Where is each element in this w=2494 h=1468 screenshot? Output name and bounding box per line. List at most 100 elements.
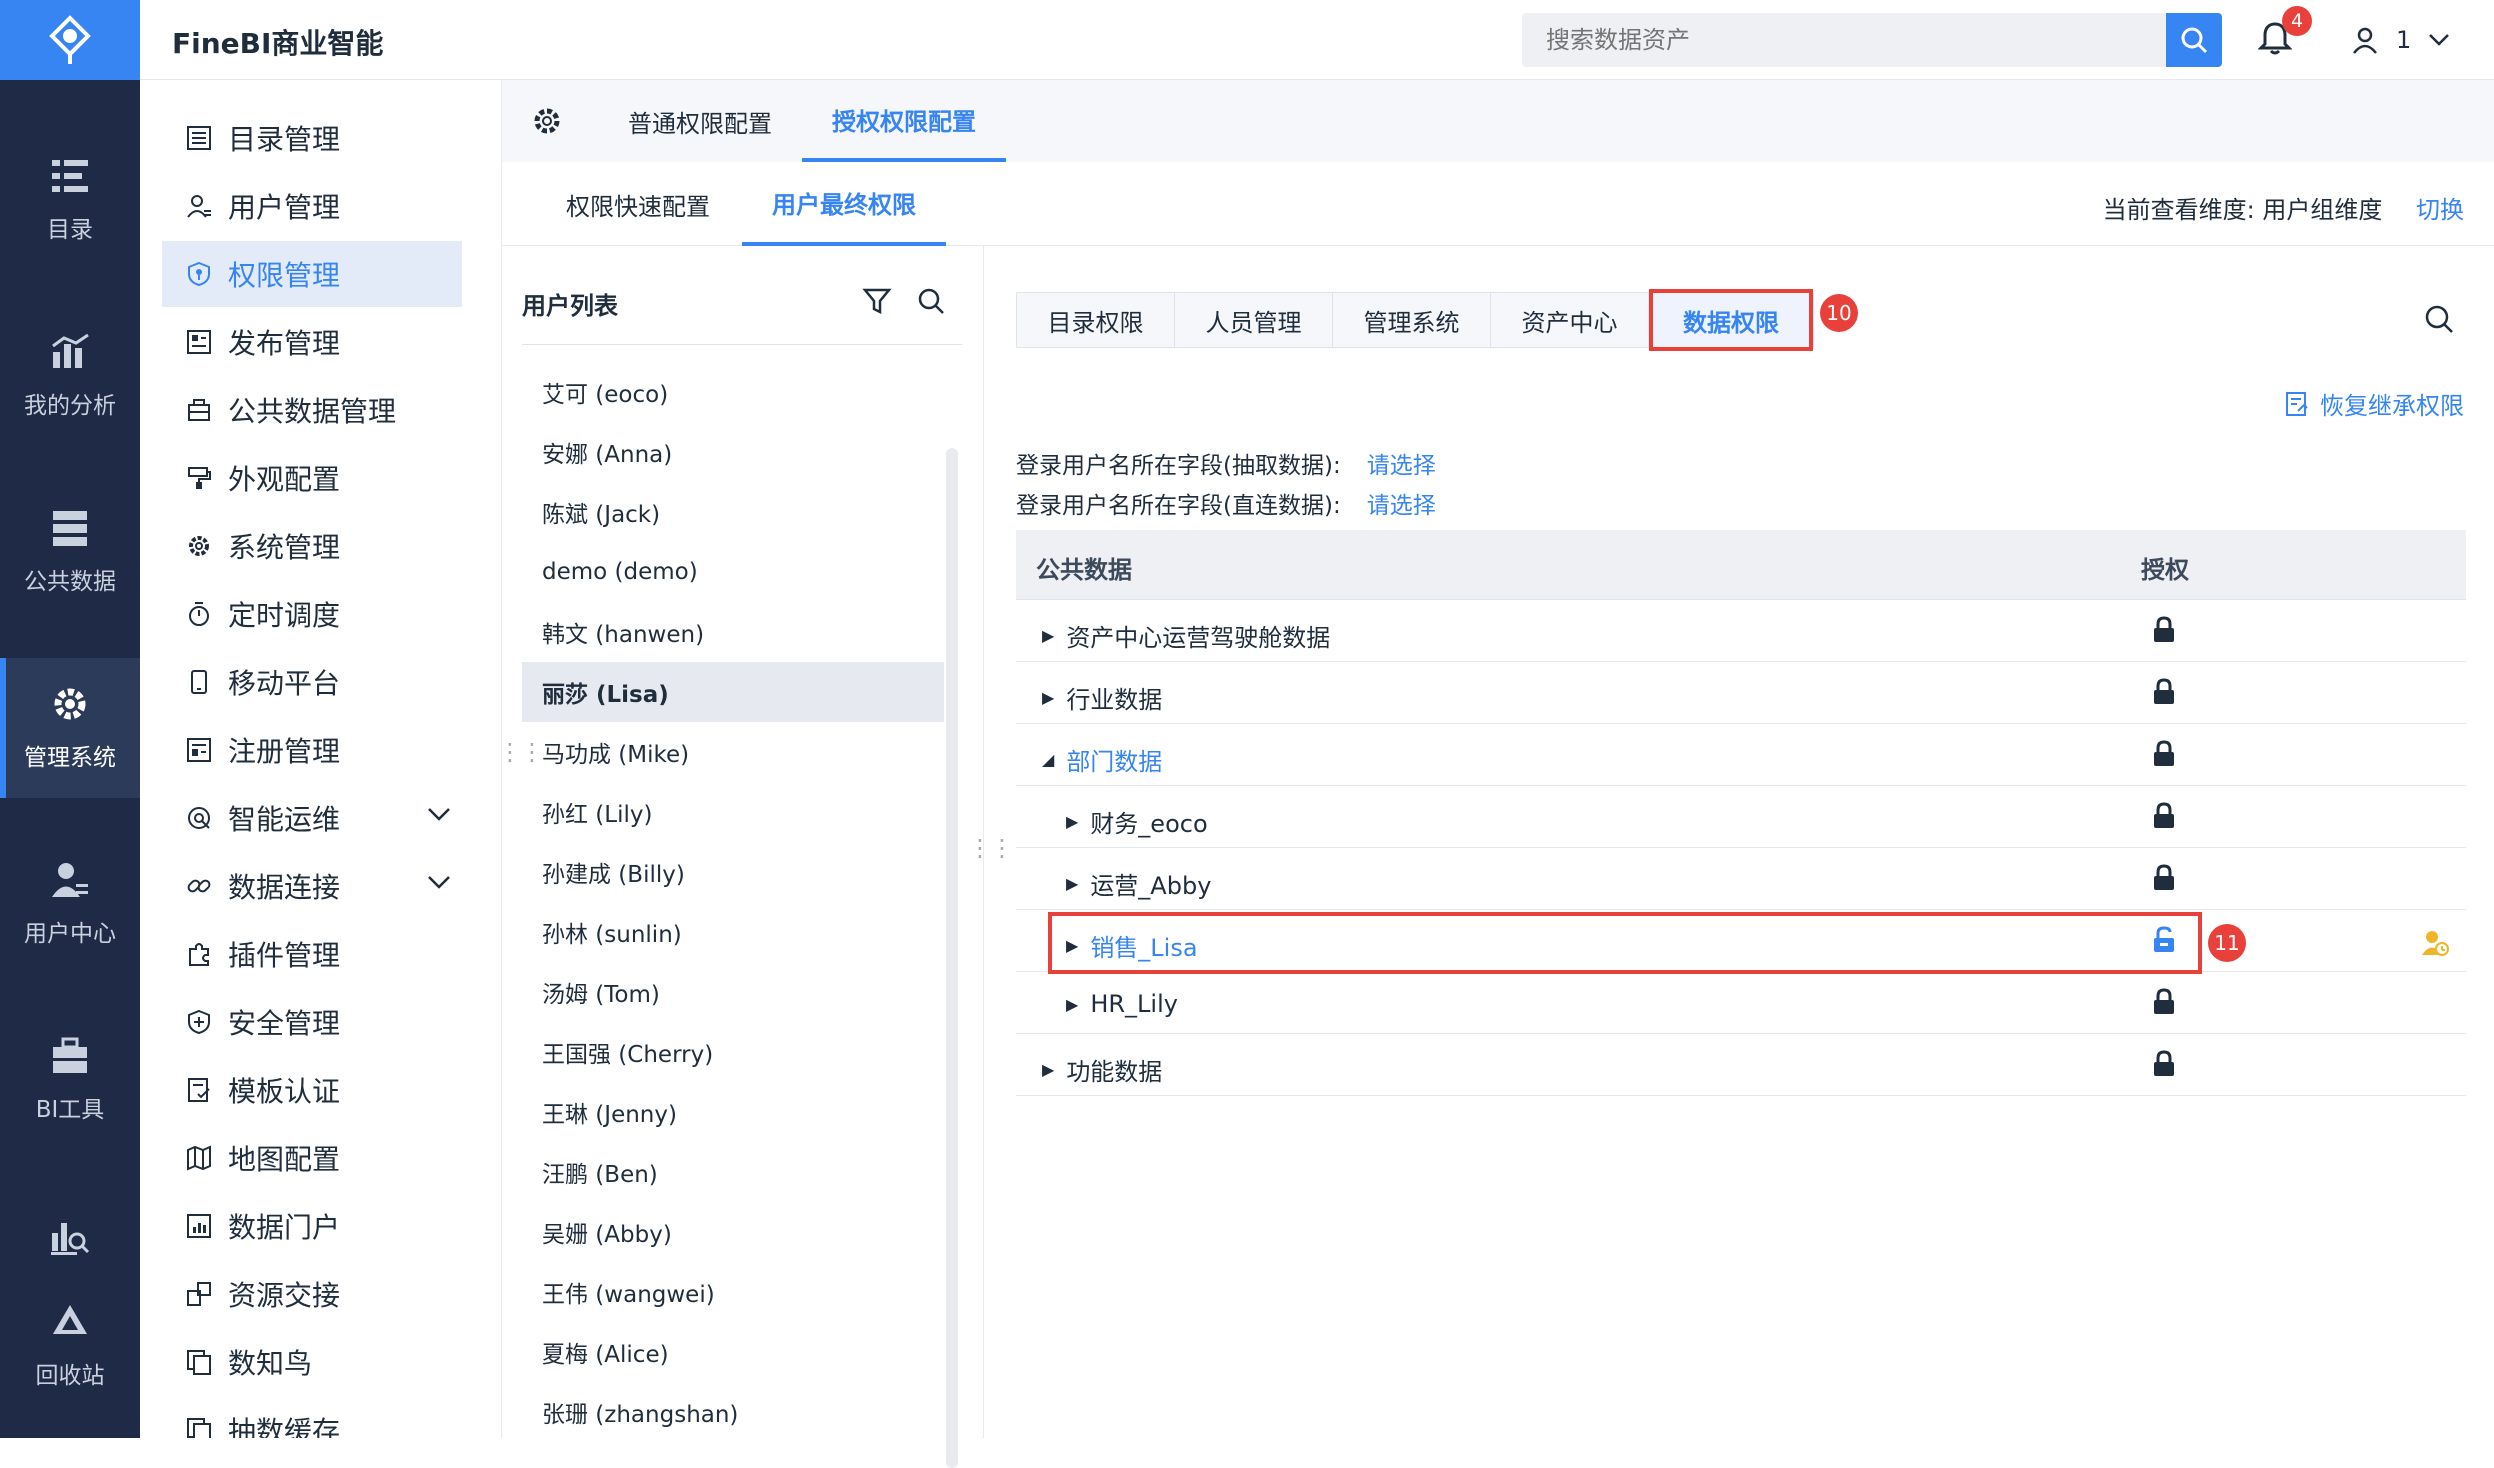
menu-item-appearance[interactable]: 外观配置 — [162, 445, 462, 511]
table-row[interactable]: ▶ 行业数据 — [1016, 662, 2466, 724]
lock-icon[interactable] — [2152, 802, 2176, 836]
user-list-item[interactable]: 孙建成 (Billy) — [522, 842, 944, 902]
row-name[interactable]: ▶ 行业数据 — [1042, 680, 1162, 715]
table-row[interactable]: ▶ HR_Lily — [1016, 972, 2466, 1034]
user-list-item[interactable]: 汪鹏 (Ben) — [522, 1142, 944, 1202]
lock-icon[interactable] — [2152, 1050, 2176, 1084]
user-authorize-icon[interactable] — [2420, 928, 2450, 958]
user-list-item[interactable]: 韩文 (hanwen) — [522, 602, 944, 662]
row-name[interactable]: ▶ 资产中心运营驾驶舱数据 — [1042, 618, 1330, 653]
menu-item-system[interactable]: 系统管理 — [162, 513, 462, 579]
menu-item-register[interactable]: 注册管理 — [162, 717, 462, 783]
search-icon[interactable] — [916, 286, 946, 316]
user-list-item[interactable]: 王伟 (wangwei) — [522, 1262, 944, 1322]
rail-item-admin[interactable]: 管理系统 — [0, 658, 140, 798]
menu-item-handover[interactable]: 资源交接 — [162, 1261, 462, 1327]
table-row[interactable]: ▶ 功能数据 — [1016, 1034, 2466, 1096]
user-list-scrollbar[interactable] — [946, 448, 958, 1468]
tab-grant-permission[interactable]: 授权权限配置 — [802, 80, 1006, 162]
menu-item-plugins[interactable]: 插件管理 — [162, 921, 462, 987]
menu-item-publish[interactable]: 发布管理 — [162, 309, 462, 375]
resize-handle[interactable]: ⋮⋮ — [968, 834, 1014, 862]
lock-icon[interactable] — [2152, 616, 2176, 650]
switch-dimension-link[interactable]: 切换 — [2416, 196, 2464, 224]
table-row[interactable]: ▶ 运营_Abby — [1016, 848, 2466, 910]
select-field-link[interactable]: 请选择 — [1367, 493, 1436, 519]
lock-icon[interactable] — [2152, 678, 2176, 712]
user-list-item[interactable]: 王琳 (Jenny) — [522, 1082, 944, 1142]
lock-icon[interactable] — [2152, 740, 2176, 774]
rail-item-user-center[interactable]: 用户中心 — [0, 834, 140, 974]
resize-handle[interactable]: ⋮⋮ — [498, 738, 544, 766]
tab-final-permission[interactable]: 用户最终权限 — [742, 162, 946, 246]
menu-item-data-connection[interactable]: 数据连接 — [162, 853, 462, 919]
menu-item-schedule[interactable]: 定时调度 — [162, 581, 462, 647]
rail-item-public-data[interactable]: 公共数据 — [0, 482, 140, 622]
user-list-item[interactable]: 陈斌 (Jack) — [522, 482, 944, 542]
menu-item-public-data[interactable]: 公共数据管理 — [162, 377, 462, 443]
menu-item-permissions[interactable]: 权限管理 — [162, 241, 462, 307]
table-row[interactable]: ▶ 资产中心运营驾驶舱数据 — [1016, 600, 2466, 662]
user-list-item[interactable]: 王国强 (Cherry) — [522, 1022, 944, 1082]
caret-right-icon[interactable]: ▶ — [1042, 1060, 1054, 1079]
lock-icon[interactable] — [2152, 988, 2176, 1022]
caret-right-icon[interactable]: ▶ — [1066, 874, 1078, 893]
filter-icon[interactable] — [862, 286, 892, 316]
user-list-item[interactable]: 孙红 (Lily) — [522, 782, 944, 842]
rail-item-catalog[interactable]: 目录 — [0, 130, 140, 270]
user-list-item[interactable]: 张珊 (zhangshan) — [522, 1382, 944, 1442]
tab-data-permission[interactable]: 数据权限 — [1649, 289, 1813, 351]
row-name[interactable]: ▶ 财务_eoco — [1066, 804, 1208, 839]
rail-item-bi-tools[interactable]: BI工具 — [0, 1010, 140, 1150]
user-list-item[interactable]: 吴姗 (Abby) — [522, 1202, 944, 1262]
tab-catalog-permission[interactable]: 目录权限 — [1017, 293, 1175, 347]
menu-item-ops[interactable]: 智能运维 — [162, 785, 462, 851]
menu-item-catalog[interactable]: 目录管理 — [162, 105, 462, 171]
search-button[interactable] — [2166, 13, 2222, 67]
caret-right-icon[interactable]: ▶ — [1066, 995, 1078, 1014]
rail-item-recycle[interactable]: 回收站 — [0, 1276, 140, 1416]
menu-item-shuzhiniao[interactable]: 数知鸟 — [162, 1329, 462, 1395]
menu-item-map[interactable]: 地图配置 — [162, 1125, 462, 1191]
tab-admin-system[interactable]: 管理系统 — [1333, 293, 1491, 347]
caret-down-icon[interactable]: ◢ — [1042, 750, 1054, 769]
user-list-item[interactable]: 夏梅 (Alice) — [522, 1322, 944, 1382]
chevron-down-icon[interactable] — [426, 873, 452, 891]
chevron-down-icon[interactable] — [426, 805, 452, 823]
user-menu[interactable]: 1 — [2350, 22, 2451, 58]
search-icon[interactable] — [2422, 302, 2456, 336]
row-name[interactable]: ▶ 功能数据 — [1042, 1052, 1162, 1087]
lock-icon[interactable] — [2152, 864, 2176, 898]
row-name[interactable]: ▶ HR_Lily — [1066, 990, 1178, 1018]
user-list-item[interactable]: demo (demo) — [522, 542, 944, 602]
user-list-item[interactable]: 丽莎 (Lisa) — [522, 662, 944, 722]
menu-item-data-portal[interactable]: 数据门户 — [162, 1193, 462, 1259]
menu-item-mobile[interactable]: 移动平台 — [162, 649, 462, 715]
logo[interactable] — [0, 0, 140, 80]
user-list-item[interactable]: 孙林 (sunlin) — [522, 902, 944, 962]
settings-button[interactable] — [532, 80, 562, 162]
search-input[interactable] — [1522, 13, 2166, 67]
menu-item-extract-cache[interactable]: 抽数缓存 — [162, 1397, 462, 1438]
caret-right-icon[interactable]: ▶ — [1066, 812, 1078, 831]
menu-item-users[interactable]: 用户管理 — [162, 173, 462, 239]
caret-right-icon[interactable]: ▶ — [1042, 688, 1054, 707]
rail-item-analysis[interactable]: 我的分析 — [0, 306, 140, 446]
user-list-item[interactable]: 马功成 (Mike) — [522, 722, 944, 782]
restore-inherit-button[interactable]: 恢复继承权限 — [2284, 386, 2464, 421]
tab-asset-center[interactable]: 资产中心 — [1491, 293, 1649, 347]
caret-right-icon[interactable]: ▶ — [1042, 626, 1054, 645]
user-list-item[interactable]: 汤姆 (Tom) — [522, 962, 944, 1022]
table-row[interactable]: ◢ 部门数据 — [1016, 724, 2466, 786]
tab-quick-config[interactable]: 权限快速配置 — [536, 162, 740, 246]
menu-item-security[interactable]: 安全管理 — [162, 989, 462, 1055]
menu-item-template-cert[interactable]: 模板认证 — [162, 1057, 462, 1123]
table-row[interactable]: ▶ 财务_eoco — [1016, 786, 2466, 848]
user-list-item[interactable]: 安娜 (Anna) — [522, 422, 944, 482]
row-name[interactable]: ◢ 部门数据 — [1042, 742, 1162, 777]
user-list-item[interactable]: 艾可 (eoco) — [522, 362, 944, 422]
tab-personnel[interactable]: 人员管理 — [1175, 293, 1333, 347]
tab-normal-permission[interactable]: 普通权限配置 — [628, 80, 772, 162]
select-field-link[interactable]: 请选择 — [1367, 453, 1436, 479]
row-name[interactable]: ▶ 运营_Abby — [1066, 866, 1211, 901]
